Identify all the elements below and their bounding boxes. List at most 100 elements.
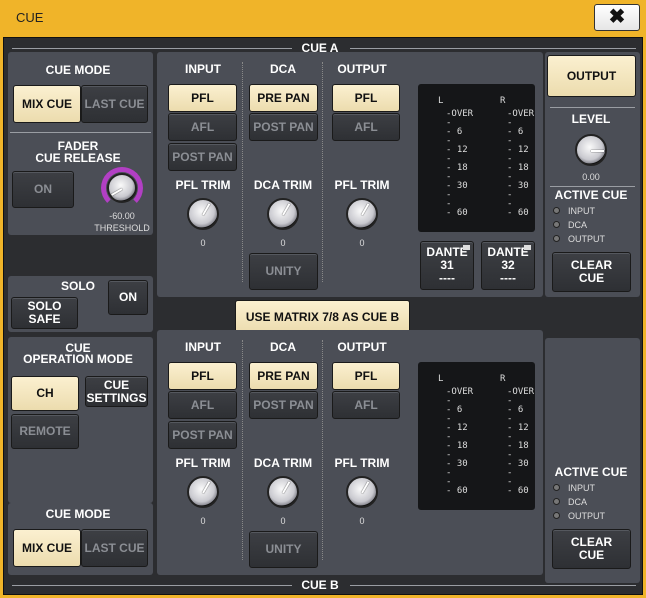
threshold-label: THRESHOLD (94, 223, 150, 233)
cue_a-output-label: OUTPUT (337, 62, 387, 76)
dante-32-button[interactable]: DANTE 32 ---- (481, 241, 535, 290)
knob-indicator (202, 481, 211, 494)
pfl-trim-label: PFL TRIM (175, 178, 231, 192)
cue-b-last-cue-button[interactable]: LAST CUE (81, 529, 148, 567)
cue_a-output-afl-button[interactable]: AFL (332, 113, 400, 141)
dante-31-button[interactable]: DANTE 31 ---- (420, 241, 474, 290)
active-cue-led-label: INPUT (568, 483, 595, 493)
dca-trim-value: 0 (280, 516, 286, 526)
active-cue-led-label: OUTPUT (568, 234, 605, 244)
knob-indicator (282, 203, 291, 216)
pfl-trim-value: 0 (200, 516, 206, 526)
remote-button[interactable]: REMOTE (11, 414, 79, 449)
cue_a-input-pfl-trim-knob[interactable] (187, 198, 219, 230)
cue-mode-label: CUE MODE (45, 507, 111, 521)
active-cue-led-input (553, 484, 560, 491)
cue_b-output-pfl-button[interactable]: PFL (332, 362, 400, 390)
cue_b-input-pfl-button[interactable]: PFL (168, 362, 237, 390)
cue_a-input-pfl-button[interactable]: PFL (168, 84, 237, 112)
divider (350, 48, 636, 49)
active-cue-label: ACTIVE CUE (554, 465, 628, 479)
meter-scale-r: - 60 (507, 486, 529, 496)
cue_b-input-post-pan-button[interactable]: POST PAN (168, 421, 237, 449)
cue_a-dca-post-pan-button[interactable]: POST PAN (249, 113, 318, 141)
cue_a-level-knob[interactable] (575, 134, 607, 166)
meter-label-r: R (500, 374, 506, 384)
cue_a-output-pfl-button[interactable]: PFL (332, 84, 400, 112)
pfl-trim-label: PFL TRIM (175, 456, 231, 470)
solo-safe-button[interactable]: SOLO SAFE (11, 297, 78, 329)
cue_b-output-afl-button[interactable]: AFL (332, 391, 400, 419)
close-icon: ✖ (608, 6, 626, 28)
knob-indicator (361, 203, 370, 216)
threshold-knob[interactable] (107, 173, 137, 203)
pfl-trim-value: 0 (359, 238, 365, 248)
meter-label-l: L (438, 374, 444, 384)
divider (242, 340, 243, 560)
meter-label-l: L (438, 96, 444, 106)
dca-trim-label: DCA TRIM (253, 178, 313, 192)
active-cue-led-label: INPUT (568, 206, 595, 216)
cue_b-output-pfl-trim-knob[interactable] (346, 476, 378, 508)
cue-a-mix-cue-button[interactable]: MIX CUE (13, 85, 81, 123)
cue-a-last-cue-button[interactable]: LAST CUE (81, 85, 148, 123)
cue_a-output-pfl-trim-knob[interactable] (346, 198, 378, 230)
active-cue-led-dca (553, 221, 560, 228)
cue_b-dca-unity-button[interactable]: UNITY (249, 531, 318, 568)
cue_a-input-afl-button[interactable]: AFL (168, 113, 237, 141)
divider (12, 48, 292, 49)
popup-indicator-icon (463, 245, 470, 250)
meter-label-r: R (500, 96, 506, 106)
dca-trim-value: 0 (280, 238, 286, 248)
window-title: CUE (16, 10, 44, 25)
active-cue-led-dca (553, 498, 560, 505)
fader-cue-release-label: CUE RELEASE (35, 151, 121, 165)
solo-label: SOLO (60, 279, 96, 293)
cue_b-dca-pre-pan-button[interactable]: PRE PAN (249, 362, 318, 390)
cue_b-input-pfl-trim-knob[interactable] (187, 476, 219, 508)
cue_a-input-label: INPUT (185, 62, 221, 76)
pfl-trim-label: PFL TRIM (334, 456, 390, 470)
use-matrix-as-cue-b-button[interactable]: USE MATRIX 7/8 AS CUE B (235, 300, 410, 334)
pfl-trim-value: 0 (359, 516, 365, 526)
pfl-trim-label: PFL TRIM (334, 178, 390, 192)
cue_b-clear-cue-button[interactable]: CLEAR CUE (552, 529, 631, 569)
cue_a-dca-label: DCA (270, 62, 296, 76)
fader-cue-release-on-button[interactable]: ON (12, 171, 74, 208)
cue_a-output-button[interactable]: OUTPUT (547, 55, 636, 97)
close-button[interactable]: ✖ (594, 4, 640, 31)
active-cue-led-label: OUTPUT (568, 511, 605, 521)
level-label: LEVEL (571, 112, 611, 126)
cue-settings-button[interactable]: CUE SETTINGS (85, 376, 148, 407)
ch-button[interactable]: CH (11, 376, 79, 411)
level-value: 0.00 (582, 172, 600, 182)
meter-scale-r: - 60 (507, 208, 529, 218)
divider (322, 340, 323, 560)
active-cue-led-output (553, 512, 560, 519)
cue_a-dca-unity-button[interactable]: UNITY (249, 253, 318, 290)
divider (10, 132, 151, 133)
active-cue-led-output (553, 235, 560, 242)
dante-value: ---- (439, 271, 455, 285)
cue_b-input-afl-button[interactable]: AFL (168, 391, 237, 419)
knob-indicator (202, 203, 211, 216)
active-cue-led-label: DCA (568, 220, 588, 230)
cue_a-dca-trim-knob[interactable] (267, 198, 299, 230)
pfl-trim-value: 0 (200, 238, 206, 248)
title-bar (0, 0, 646, 36)
divider (550, 107, 635, 108)
cue_b-dca-trim-knob[interactable] (267, 476, 299, 508)
divider (350, 585, 636, 586)
knob-indicator (361, 481, 370, 494)
cue-b-mix-cue-button[interactable]: MIX CUE (13, 529, 81, 567)
dca-trim-label: DCA TRIM (253, 456, 313, 470)
cue_a-input-post-pan-button[interactable]: POST PAN (168, 143, 237, 171)
divider (550, 186, 635, 187)
cue_a-dca-pre-pan-button[interactable]: PRE PAN (249, 84, 318, 112)
solo-on-button[interactable]: ON (108, 280, 148, 315)
cue_b-dca-post-pan-button[interactable]: POST PAN (249, 391, 318, 419)
divider (322, 62, 323, 282)
active-cue-led-input (553, 207, 560, 214)
cue_b-output-label: OUTPUT (337, 340, 387, 354)
cue_a-clear-cue-button[interactable]: CLEAR CUE (552, 252, 631, 292)
